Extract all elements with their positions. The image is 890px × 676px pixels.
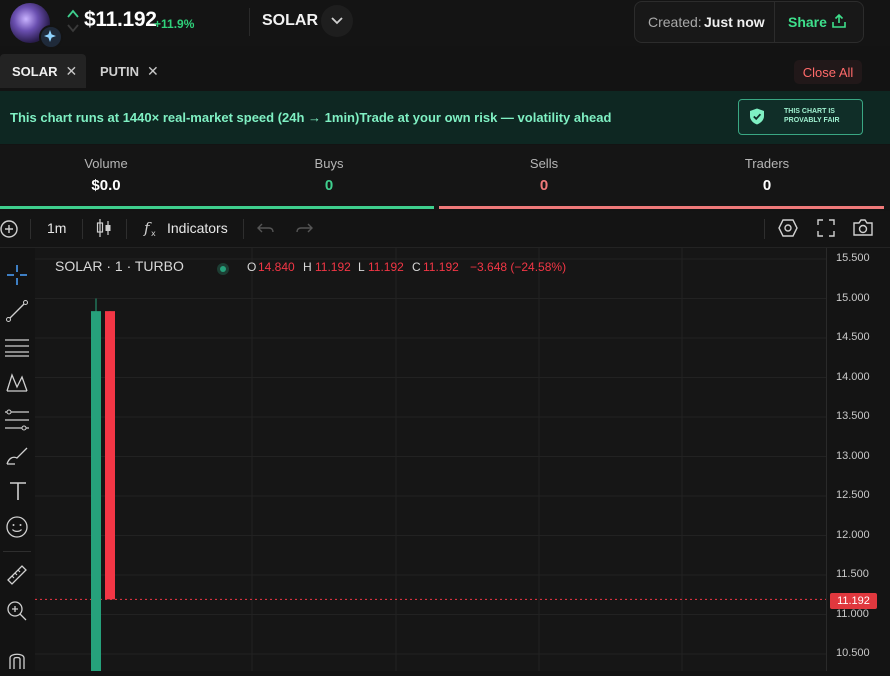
price-tick-label: 15.500 <box>836 252 870 264</box>
tab-putin[interactable]: PUTIN ✕ <box>88 54 170 88</box>
created-share-divider <box>774 2 775 42</box>
ohlc-open-label: O <box>247 260 257 274</box>
crosshair-tool-icon[interactable] <box>5 263 29 292</box>
chart-canvas <box>35 248 826 671</box>
close-tab-icon[interactable]: ✕ <box>66 63 78 80</box>
ohlc-change: −3.648 (−24.58%) <box>470 260 567 274</box>
indicators-button[interactable]: Indicators <box>167 220 228 236</box>
share-button[interactable]: Share <box>788 14 827 30</box>
token-ticker[interactable]: SOLAR <box>262 12 318 30</box>
buys-ratio-bar <box>0 206 434 209</box>
interval-button[interactable]: 1m <box>47 220 66 236</box>
tab-label: PUTIN <box>100 63 139 79</box>
header-divider <box>249 8 250 36</box>
close-tab-icon[interactable]: ✕ <box>147 63 159 80</box>
price-chart-area[interactable] <box>35 248 826 671</box>
add-symbol-icon[interactable] <box>0 219 20 244</box>
toolbar-divider <box>30 219 31 239</box>
price-tick-label: 13.500 <box>836 410 870 422</box>
price-change-arrows-icon <box>67 8 79 34</box>
close-all-button[interactable]: Close All <box>794 60 862 84</box>
tab-solar[interactable]: SOLAR ✕ <box>0 54 86 88</box>
provably-fair-text: THIS CHART IS PROVABLY FAIR <box>784 107 840 125</box>
created-label: Created: <box>648 14 702 30</box>
ohlc-close-value: 11.192 <box>423 260 459 274</box>
token-dropdown-button[interactable] <box>321 5 353 37</box>
pattern-tool-icon[interactable] <box>5 371 29 400</box>
stat-label: Sells <box>529 156 559 171</box>
ohlc-open-value: 14.840 <box>258 260 295 274</box>
verified-badge-icon <box>39 25 63 49</box>
stat-label: Buys <box>314 156 344 171</box>
price-tick-label: 11.000 <box>836 607 869 620</box>
banner-text: This chart runs at 1440× real-market spe… <box>10 110 612 125</box>
ohlc-close-label: C <box>412 260 421 274</box>
created-value: Just now <box>704 14 765 30</box>
share-icon[interactable] <box>831 13 847 34</box>
trend-line-tool-icon[interactable] <box>5 299 29 328</box>
stat-value: 0 <box>762 177 772 194</box>
zoom-in-icon[interactable] <box>5 599 29 628</box>
horizontal-lines-tool-icon[interactable] <box>4 336 30 363</box>
price-tick-label: 13.000 <box>836 449 870 462</box>
price-change-percent: +11.9% <box>154 17 195 31</box>
provably-fair-line1: THIS CHART IS <box>784 108 835 115</box>
magnet-tool-icon[interactable] <box>5 647 29 676</box>
ohlc-high-value: 11.192 <box>315 260 351 274</box>
shield-check-icon <box>749 108 765 130</box>
settings-hex-icon[interactable] <box>778 218 798 243</box>
stat-volume: Volume $0.0 <box>46 156 166 194</box>
brush-tool-icon[interactable] <box>5 444 31 473</box>
redo-icon[interactable] <box>295 220 313 241</box>
price-tick-label: 14.000 <box>836 370 870 383</box>
ohlc-low-label: L <box>358 260 365 274</box>
last-price-tag: 11.192 <box>830 593 877 609</box>
sells-ratio-bar <box>439 206 884 209</box>
toolbar-divider <box>764 219 765 239</box>
stat-sells: Sells 0 <box>484 156 604 194</box>
fib-tool-icon[interactable] <box>4 408 30 437</box>
price-tick-label: 12.500 <box>836 489 870 501</box>
price-tick-label: 10.500 <box>836 647 870 659</box>
stat-buys: Buys 0 <box>269 156 389 194</box>
ruler-tool-icon[interactable] <box>5 563 29 592</box>
undo-icon[interactable] <box>257 220 275 241</box>
toolbar-divider <box>126 219 127 239</box>
ohlc-high-label: H <box>303 260 312 274</box>
price-tick-label: 12.000 <box>836 528 870 541</box>
tab-label: SOLAR <box>12 63 58 79</box>
ohlc-low-value: 11.192 <box>368 260 404 274</box>
candle-body <box>91 311 101 671</box>
toolbar-divider <box>82 219 83 239</box>
stat-label: Traders <box>744 156 790 171</box>
candle-type-icon[interactable] <box>95 218 113 243</box>
svg-text:x: x <box>151 229 156 238</box>
stat-value: $0.0 <box>91 177 121 194</box>
toolbar-divider <box>243 219 244 239</box>
price-tick-label: 14.500 <box>836 331 870 343</box>
chevron-down-icon <box>331 17 343 25</box>
emoji-tool-icon[interactable] <box>5 515 29 544</box>
chart-toolbar <box>0 211 890 248</box>
chart-symbol-label: SOLAR · 1 · TURBO <box>55 258 184 274</box>
current-price: $11.192 <box>84 8 157 31</box>
stat-label: Volume <box>84 156 128 171</box>
price-tick-label: 11.500 <box>836 568 869 580</box>
stat-value: 0 <box>324 177 334 194</box>
stat-value: 0 <box>539 177 549 194</box>
indicators-icon[interactable]: fx <box>142 218 162 243</box>
price-tick-label: 15.000 <box>836 291 870 304</box>
text-tool-icon[interactable] <box>7 480 29 507</box>
symbol-status-icon <box>216 262 230 281</box>
stat-traders: Traders 0 <box>707 156 827 194</box>
tools-divider <box>3 551 31 552</box>
provably-fair-line2: PROVABLY FAIR <box>784 117 840 124</box>
camera-icon[interactable] <box>852 218 874 243</box>
candle-body <box>105 311 115 600</box>
fullscreen-icon[interactable] <box>817 219 835 242</box>
